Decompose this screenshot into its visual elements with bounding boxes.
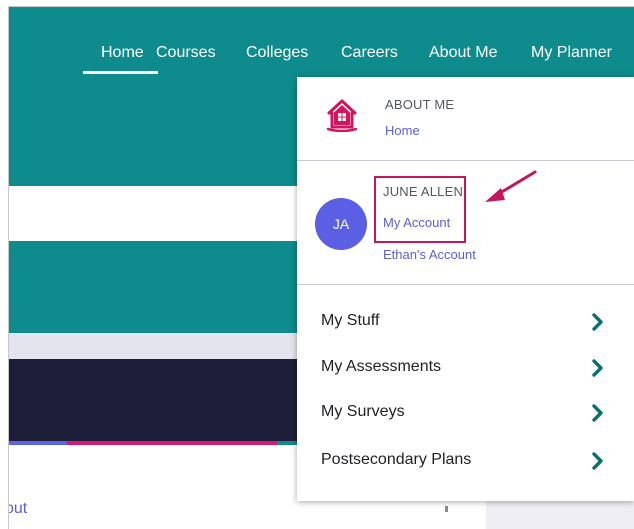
- menu-item-postsecondary-plans[interactable]: Postsecondary Plans: [297, 438, 634, 484]
- menu-item-label: My Surveys: [321, 403, 405, 420]
- top-navigation: Home Courses Colleges Careers About Me M…: [9, 7, 634, 74]
- nav-careers[interactable]: Careers: [341, 44, 398, 62]
- about-me-section: ABOUT ME Home: [297, 77, 634, 161]
- menu-item-label: My Assessments: [321, 358, 442, 375]
- house-icon: [327, 99, 357, 132]
- nav-courses[interactable]: Courses: [156, 44, 216, 62]
- chevron-right-icon: [592, 404, 603, 422]
- partial-link-text[interactable]: out: [9, 500, 27, 518]
- nav-my-planner[interactable]: My Planner: [531, 44, 612, 62]
- about-me-home-link[interactable]: Home: [385, 123, 420, 138]
- account-dropdown-menu: ABOUT ME Home JA JUNE ALLEN My Account E…: [297, 77, 634, 501]
- avatar: JA: [315, 198, 367, 250]
- nav-about-me[interactable]: About Me: [429, 44, 497, 62]
- chevron-right-icon: [592, 313, 603, 331]
- user-name: JUNE ALLEN: [383, 184, 464, 199]
- my-account-link[interactable]: My Account: [383, 215, 450, 230]
- menu-item-label: Postsecondary Plans: [321, 451, 472, 468]
- menu-item-my-stuff[interactable]: My Stuff: [297, 299, 634, 345]
- about-me-label: ABOUT ME: [385, 97, 455, 112]
- ethans-account-link[interactable]: Ethan's Account: [383, 247, 476, 262]
- menu-item-label: My Stuff: [321, 312, 380, 329]
- scroll-indicator: [445, 506, 448, 512]
- nav-home[interactable]: Home: [83, 44, 158, 74]
- menu-item-my-surveys[interactable]: My Surveys: [297, 390, 634, 436]
- chevron-right-icon: [592, 452, 603, 470]
- annotation-arrow-icon: [485, 170, 537, 202]
- menu-item-my-assessments[interactable]: My Assessments: [297, 345, 634, 391]
- account-section: JA JUNE ALLEN My Account Ethan's Account: [297, 162, 634, 285]
- chevron-right-icon: [592, 359, 603, 377]
- nav-colleges[interactable]: Colleges: [246, 44, 308, 62]
